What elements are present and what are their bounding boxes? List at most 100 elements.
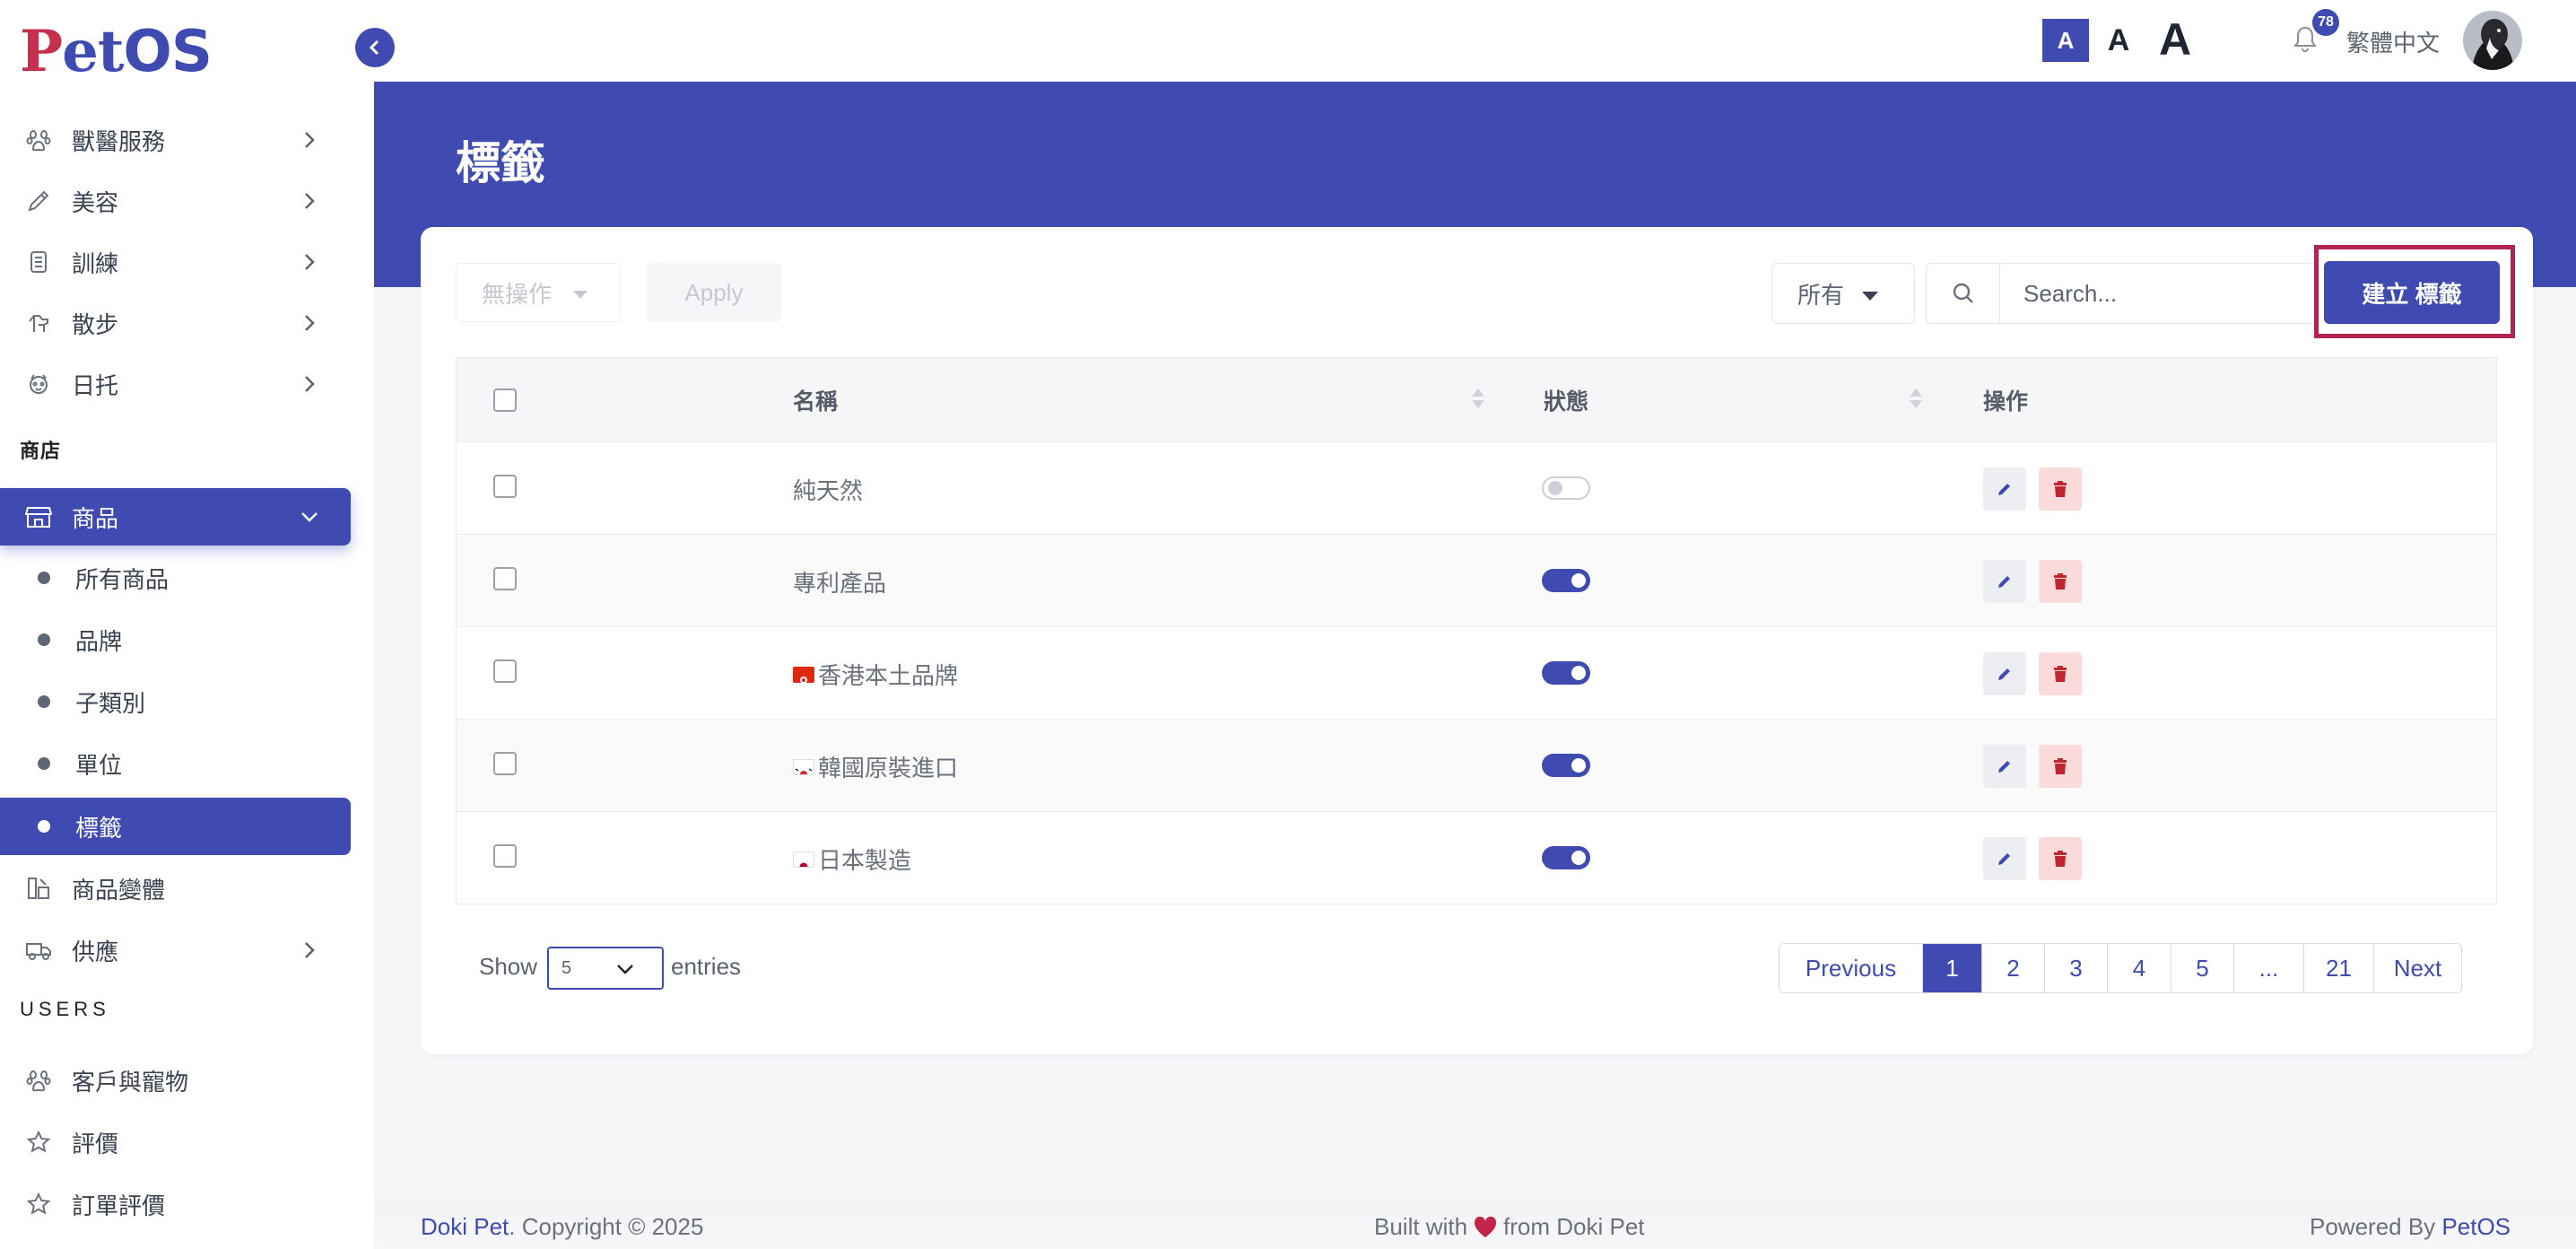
- trash-icon: [2054, 758, 2067, 774]
- section-users: USERS: [20, 998, 110, 1020]
- notification-badge: 78: [2312, 9, 2339, 36]
- avatar[interactable]: [2463, 11, 2522, 70]
- sidebar-sub-subcategories[interactable]: 子類別: [0, 673, 351, 730]
- chevron-right-icon: [299, 373, 320, 395]
- pagination-page[interactable]: 4: [2108, 944, 2171, 992]
- collapse-sidebar-button[interactable]: [355, 28, 395, 67]
- status-toggle[interactable]: [1542, 754, 1590, 777]
- petos-logo[interactable]: Pet OS: [20, 18, 213, 85]
- sidebar-item-training[interactable]: 訓練: [0, 233, 351, 291]
- sidebar-item-variants[interactable]: 商品變體: [0, 860, 351, 917]
- table-row: 純天然: [457, 442, 2496, 535]
- sidebar-item-reviews[interactable]: 評價: [0, 1114, 351, 1171]
- sidebar-sub-brands[interactable]: 品牌: [0, 611, 351, 668]
- bullet-icon: [38, 695, 50, 708]
- chevron-down-icon: [615, 960, 635, 981]
- edit-button[interactable]: [1983, 837, 2026, 880]
- paw-icon: [25, 1067, 52, 1094]
- row-checkbox[interactable]: [493, 752, 517, 775]
- status-toggle[interactable]: [1542, 569, 1590, 592]
- table-header: 名稱 狀態 操作: [457, 358, 2496, 442]
- sidebar-item-grooming[interactable]: 美容: [0, 172, 351, 230]
- bullet-icon: [38, 633, 50, 646]
- sort-icon[interactable]: [1910, 389, 1922, 414]
- caret-down-icon: [1862, 292, 1878, 301]
- pagination-page[interactable]: 2: [1982, 944, 2045, 992]
- column-header-actions: 操作: [1983, 389, 2029, 415]
- apply-button[interactable]: Apply: [647, 263, 781, 322]
- brush-icon: [25, 188, 52, 214]
- delete-button[interactable]: [2039, 837, 2082, 880]
- sort-icon[interactable]: [1472, 389, 1484, 414]
- tag-name: 日本製造: [793, 843, 911, 876]
- status-filter-select[interactable]: 所有: [1771, 263, 1915, 324]
- pagination-page[interactable]: 5: [2171, 944, 2234, 992]
- pagination-previous[interactable]: Previous: [1780, 944, 1923, 992]
- pagination-page[interactable]: 21: [2304, 944, 2374, 992]
- sidebar-item-products[interactable]: 商品: [0, 488, 351, 546]
- top-bar: [374, 0, 2576, 82]
- section-shop: 商店: [20, 440, 62, 462]
- sidebar-sub-all-products[interactable]: 所有商品: [0, 549, 351, 607]
- tag-name: 純天然: [793, 477, 864, 504]
- daycare-icon: [25, 371, 52, 397]
- footer-powered-by: Powered By PetOS: [2310, 1213, 2511, 1240]
- edit-button[interactable]: [1983, 467, 2026, 511]
- delete-button[interactable]: [2039, 652, 2082, 695]
- sidebar-item-vet[interactable]: 獸醫服務: [0, 111, 351, 169]
- row-checkbox[interactable]: [493, 844, 517, 868]
- edit-button[interactable]: [1983, 652, 2026, 695]
- edit-button[interactable]: [1983, 560, 2026, 603]
- sidebar-sub-tags[interactable]: 標籤: [0, 798, 351, 855]
- column-header-status[interactable]: 狀態: [1544, 358, 1588, 442]
- select-all-checkbox[interactable]: [493, 389, 517, 412]
- sidebar-item-walking[interactable]: 散步: [0, 294, 351, 352]
- sidebar-item-daycare[interactable]: 日托: [0, 355, 351, 413]
- table-row: 日本製造: [457, 812, 2496, 904]
- sidebar-item-order-reviews[interactable]: 訂單評價: [0, 1175, 351, 1233]
- chevron-right-icon: [299, 312, 320, 334]
- edit-button[interactable]: [1983, 745, 2026, 788]
- sidebar-item-customers[interactable]: 客戶與寵物: [0, 1052, 351, 1109]
- row-checkbox[interactable]: [493, 567, 517, 590]
- chevron-right-icon: [299, 129, 320, 151]
- footer-petos-link[interactable]: PetOS: [2441, 1213, 2511, 1240]
- japan-flag-icon: [793, 851, 814, 868]
- font-size-medium-button[interactable]: A: [2101, 19, 2137, 62]
- chevron-down-icon: [299, 506, 320, 528]
- delete-button[interactable]: [2039, 560, 2082, 603]
- entries-per-page-select[interactable]: 5: [547, 947, 664, 990]
- create-tag-button[interactable]: 建立 標籤: [2324, 261, 2500, 324]
- row-checkbox[interactable]: [493, 475, 517, 498]
- status-toggle[interactable]: [1542, 476, 1590, 500]
- korea-flag-icon: [793, 758, 814, 775]
- tags-table: 名稱 狀態 操作 純天然 專利產品 香港本土品牌 韓國原裝進口 日本製造: [456, 357, 2497, 904]
- pagination-page[interactable]: 1: [1923, 944, 1982, 992]
- delete-button[interactable]: [2039, 745, 2082, 788]
- trash-icon: [2054, 666, 2067, 682]
- sidebar-item-supply[interactable]: 供應: [0, 921, 351, 979]
- trash-icon: [2054, 481, 2067, 497]
- pagination-page[interactable]: 3: [2045, 944, 2108, 992]
- table-row: 香港本土品牌: [457, 627, 2496, 720]
- paw-icon: [25, 127, 52, 153]
- footer-built-with: Built with from Doki Pet: [1374, 1213, 1645, 1240]
- bulk-action-select[interactable]: 無操作: [456, 263, 621, 322]
- font-size-large-button[interactable]: A: [2151, 13, 2199, 66]
- status-toggle[interactable]: [1542, 661, 1590, 685]
- column-header-name[interactable]: 名稱: [793, 358, 838, 442]
- sidebar-sub-units[interactable]: 單位: [0, 735, 351, 792]
- hong-kong-flag-icon: [793, 666, 814, 683]
- dog-walk-icon: [25, 310, 52, 336]
- bullet-icon: [38, 757, 50, 770]
- search-icon: [1927, 264, 2000, 323]
- footer-brand-link[interactable]: Doki Pet: [421, 1213, 509, 1240]
- language-selector[interactable]: 繁體中文: [2346, 25, 2440, 58]
- font-size-small-button[interactable]: A: [2042, 19, 2089, 62]
- delete-button[interactable]: [2039, 467, 2082, 511]
- pagination-next[interactable]: Next: [2374, 944, 2461, 992]
- status-toggle[interactable]: [1542, 846, 1590, 869]
- row-checkbox[interactable]: [493, 659, 517, 683]
- tag-name: 專利產品: [793, 570, 887, 597]
- pagination: Previous 1 2 3 4 5 ... 21 Next: [1779, 943, 2462, 993]
